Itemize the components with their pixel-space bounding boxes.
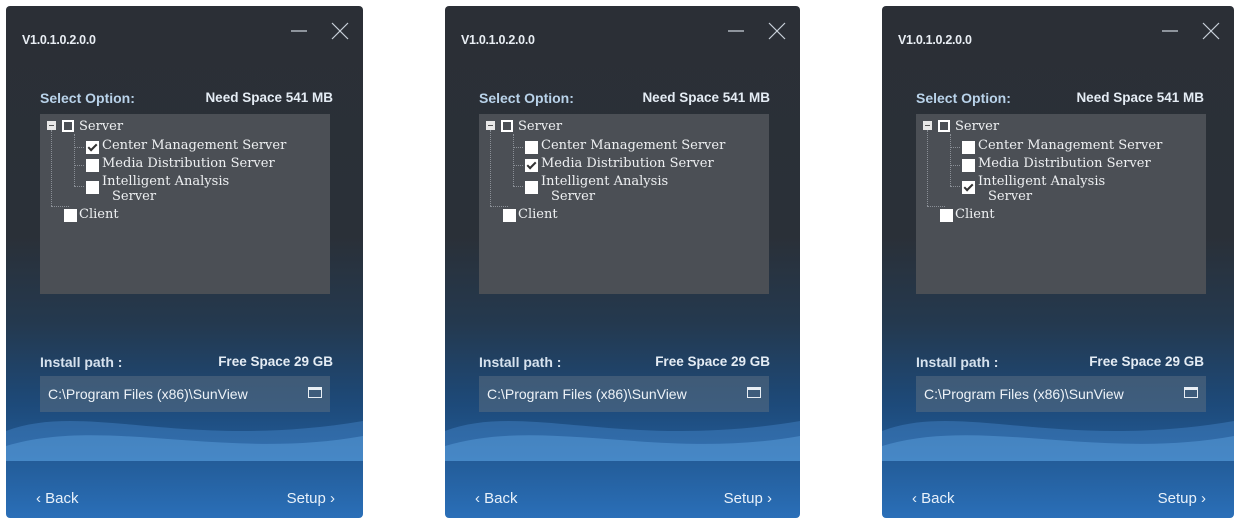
media-distribution-checkbox[interactable] <box>525 159 538 172</box>
component-tree: Server Center Management Server Media Di… <box>479 114 769 294</box>
tree-item-intelligent-analysis[interactable]: Intelligent Analysis Server <box>102 174 229 204</box>
tree-item-intelligent-analysis[interactable]: Intelligent Analysis Server <box>541 174 668 204</box>
server-checkbox[interactable] <box>938 120 950 132</box>
back-button[interactable]: ‹ Back <box>475 490 518 507</box>
intelligent-label-line2: Server <box>112 189 157 204</box>
intelligent-analysis-checkbox[interactable] <box>525 181 538 194</box>
center-management-checkbox[interactable] <box>525 141 538 154</box>
need-space-label: Need Space 541 MB <box>642 90 770 105</box>
setup-button[interactable]: Setup › <box>287 490 335 507</box>
minimize-button[interactable] <box>1162 22 1178 43</box>
tree-item-server[interactable]: Server <box>518 119 562 134</box>
installer-window: V1.0.1.0.2.0.0 Select Option: Need Space… <box>445 6 800 518</box>
server-checkbox[interactable] <box>501 120 513 132</box>
install-path-value: C:\Program Files (x86)\SunView <box>487 386 687 402</box>
intelligent-label-line2: Server <box>988 189 1033 204</box>
tree-collapse-icon[interactable] <box>47 121 56 130</box>
intelligent-label-line1: Intelligent Analysis <box>102 174 230 189</box>
tree-collapse-icon[interactable] <box>486 121 495 130</box>
free-space-label: Free Space 29 GB <box>1089 354 1204 369</box>
setup-button[interactable]: Setup › <box>1158 490 1206 507</box>
client-checkbox[interactable] <box>64 209 77 222</box>
close-button[interactable] <box>1202 22 1220 45</box>
tree-item-center-management[interactable]: Center Management Server <box>102 138 286 153</box>
media-distribution-checkbox[interactable] <box>962 159 975 172</box>
setup-button[interactable]: Setup › <box>724 490 772 507</box>
minimize-icon <box>1162 30 1178 32</box>
install-path-label: Install path : <box>40 354 123 370</box>
minimize-button[interactable] <box>728 22 744 43</box>
folder-icon[interactable] <box>308 387 322 398</box>
client-checkbox[interactable] <box>940 209 953 222</box>
tree-item-server[interactable]: Server <box>955 119 999 134</box>
close-button[interactable] <box>331 22 349 45</box>
tree-item-client[interactable]: Client <box>518 207 558 222</box>
tree-item-center-management[interactable]: Center Management Server <box>978 138 1162 153</box>
intelligent-label-line1: Intelligent Analysis <box>541 174 669 189</box>
intelligent-analysis-checkbox[interactable] <box>962 181 975 194</box>
decorative-wave <box>445 421 800 461</box>
decorative-wave <box>6 421 363 461</box>
back-button[interactable]: ‹ Back <box>36 490 79 507</box>
close-icon <box>331 22 349 40</box>
tree-item-client[interactable]: Client <box>79 207 119 222</box>
tree-item-intelligent-analysis[interactable]: Intelligent Analysis Server <box>978 174 1105 204</box>
intelligent-label-line1: Intelligent Analysis <box>978 174 1106 189</box>
install-path-value: C:\Program Files (x86)\SunView <box>48 386 248 402</box>
tree-item-client[interactable]: Client <box>955 207 995 222</box>
close-icon <box>768 22 786 40</box>
minimize-icon <box>728 30 744 32</box>
tree-collapse-icon[interactable] <box>923 121 932 130</box>
media-distribution-checkbox[interactable] <box>86 159 99 172</box>
component-tree: Server Center Management Server Media Di… <box>40 114 330 294</box>
center-management-checkbox[interactable] <box>962 141 975 154</box>
installer-window: V1.0.1.0.2.0.0 Select Option: Need Space… <box>6 6 363 518</box>
minimize-icon <box>291 30 307 32</box>
install-path-label: Install path : <box>916 354 999 370</box>
need-space-label: Need Space 541 MB <box>1076 90 1204 105</box>
folder-icon[interactable] <box>1184 387 1198 398</box>
center-management-checkbox[interactable] <box>86 141 99 154</box>
client-checkbox[interactable] <box>503 209 516 222</box>
tree-item-media-distribution[interactable]: Media Distribution Server <box>978 156 1151 171</box>
select-option-label: Select Option: <box>40 90 135 106</box>
close-button[interactable] <box>768 22 786 45</box>
select-option-label: Select Option: <box>916 90 1011 106</box>
minimize-button[interactable] <box>291 22 307 43</box>
close-icon <box>1202 22 1220 40</box>
component-tree: Server Center Management Server Media Di… <box>916 114 1206 294</box>
intelligent-label-line2: Server <box>551 189 596 204</box>
back-button[interactable]: ‹ Back <box>912 490 955 507</box>
version-label: V1.0.1.0.2.0.0 <box>22 33 96 47</box>
select-option-label: Select Option: <box>479 90 574 106</box>
installer-window: V1.0.1.0.2.0.0 Select Option: Need Space… <box>882 6 1234 518</box>
decorative-wave <box>882 421 1234 461</box>
tree-item-media-distribution[interactable]: Media Distribution Server <box>102 156 275 171</box>
version-label: V1.0.1.0.2.0.0 <box>461 33 535 47</box>
server-checkbox[interactable] <box>62 120 74 132</box>
free-space-label: Free Space 29 GB <box>655 354 770 369</box>
intelligent-analysis-checkbox[interactable] <box>86 181 99 194</box>
free-space-label: Free Space 29 GB <box>218 354 333 369</box>
tree-item-center-management[interactable]: Center Management Server <box>541 138 725 153</box>
tree-item-server[interactable]: Server <box>79 119 123 134</box>
version-label: V1.0.1.0.2.0.0 <box>898 33 972 47</box>
folder-icon[interactable] <box>747 387 761 398</box>
tree-item-media-distribution[interactable]: Media Distribution Server <box>541 156 714 171</box>
need-space-label: Need Space 541 MB <box>205 90 333 105</box>
install-path-label: Install path : <box>479 354 562 370</box>
install-path-value: C:\Program Files (x86)\SunView <box>924 386 1124 402</box>
